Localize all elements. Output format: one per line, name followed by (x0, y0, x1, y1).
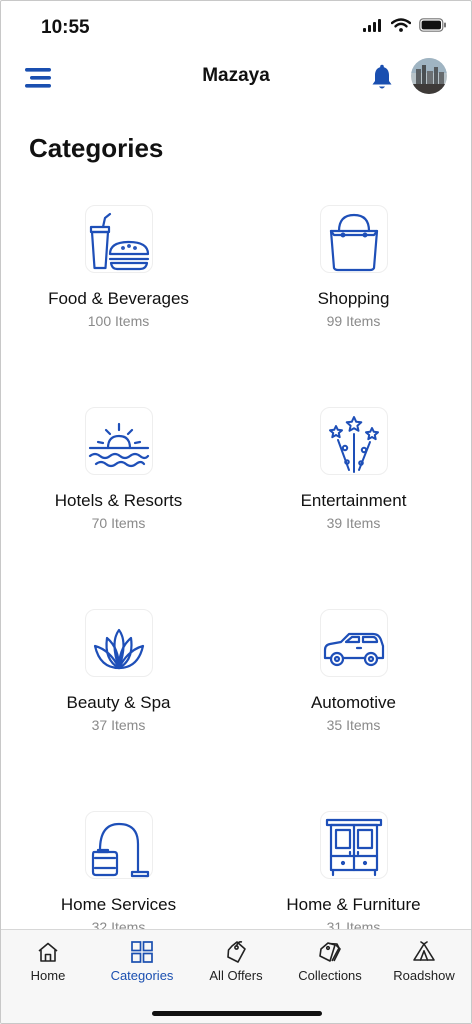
category-name: Automotive (310, 693, 397, 712)
category-count: 37 Items (91, 717, 146, 733)
grid-icon (131, 941, 153, 963)
category-entertainment[interactable]: Entertainment 39 Items (236, 403, 471, 563)
tag-icon (227, 941, 246, 963)
food-beverages-icon (89, 212, 150, 271)
shopping-bag-icon (329, 213, 379, 272)
signal-icon (363, 18, 381, 32)
category-tile (320, 407, 388, 475)
category-home-furniture[interactable]: Home & Furniture 31 Items (236, 807, 471, 929)
app-screen: 10:55 Mazaya Categories Food & Beverages… (0, 0, 472, 1024)
tent-icon (413, 941, 435, 961)
profile-photo-icon (411, 58, 447, 94)
status-icons (363, 18, 447, 32)
tab-collections[interactable]: Collections (283, 930, 377, 1023)
tab-all-offers[interactable]: All Offers (189, 930, 283, 1023)
notifications-button[interactable] (367, 63, 397, 93)
category-food-beverages[interactable]: Food & Beverages 100 Items (1, 201, 236, 361)
category-count: 100 Items (87, 313, 150, 329)
fireworks-icon (329, 416, 379, 473)
profile-avatar[interactable] (411, 58, 447, 94)
navigation-bar: Mazaya (1, 53, 471, 103)
category-tile (85, 609, 153, 677)
category-count: 99 Items (326, 313, 381, 329)
category-shopping[interactable]: Shopping 99 Items (236, 201, 471, 361)
home-icon (38, 942, 58, 962)
category-name: Beauty & Spa (66, 693, 171, 712)
category-count: 31 Items (326, 919, 381, 929)
category-tile (85, 407, 153, 475)
category-home-services[interactable]: Home Services 32 Items (1, 807, 236, 929)
tab-label: Collections (298, 968, 362, 983)
category-count: 35 Items (326, 717, 381, 733)
battery-icon (419, 18, 446, 32)
category-beauty-spa[interactable]: Beauty & Spa 37 Items (1, 605, 236, 765)
app-title: Mazaya (202, 65, 270, 86)
category-name: Entertainment (300, 491, 407, 510)
category-count: 70 Items (91, 515, 146, 531)
category-tile (320, 205, 388, 273)
category-name: Home Services (60, 895, 177, 914)
category-name: Hotels & Resorts (54, 491, 183, 510)
categories-grid: Food & Beverages 100 Items Shopping 99 I… (1, 201, 471, 929)
category-tile (320, 609, 388, 677)
status-bar: 10:55 (1, 1, 471, 53)
vacuum-cleaner-icon (91, 822, 150, 878)
category-hotels-resorts[interactable]: Hotels & Resorts 70 Items (1, 403, 236, 563)
category-tile (85, 811, 153, 879)
category-tile (85, 205, 153, 273)
car-icon (323, 632, 385, 667)
category-count: 39 Items (326, 515, 381, 531)
cabinet-icon (325, 818, 383, 877)
tab-label: All Offers (209, 968, 263, 983)
tab-roadshow[interactable]: Roadshow (377, 930, 471, 1023)
sunset-waves-icon (88, 422, 150, 468)
category-name: Shopping (317, 289, 390, 308)
tab-home[interactable]: Home (1, 930, 95, 1023)
home-indicator (152, 1011, 322, 1016)
tab-bar: Home Categories All Offers Collections R… (1, 929, 471, 1023)
category-tile (320, 811, 388, 879)
tab-label: Categories (110, 968, 174, 983)
lotus-icon (93, 628, 145, 670)
tags-icon (319, 942, 341, 962)
tab-categories[interactable]: Categories (95, 930, 189, 1023)
tab-label: Roadshow (393, 968, 455, 983)
category-count: 32 Items (91, 919, 146, 929)
wifi-icon (391, 18, 411, 32)
page-title: Categories (29, 133, 164, 163)
category-automotive[interactable]: Automotive 35 Items (236, 605, 471, 765)
tab-label: Home (30, 968, 66, 983)
category-name: Home & Furniture (286, 895, 421, 914)
category-name: Food & Beverages (48, 289, 189, 308)
status-time: 10:55 (41, 17, 90, 38)
bell-icon (372, 64, 392, 89)
